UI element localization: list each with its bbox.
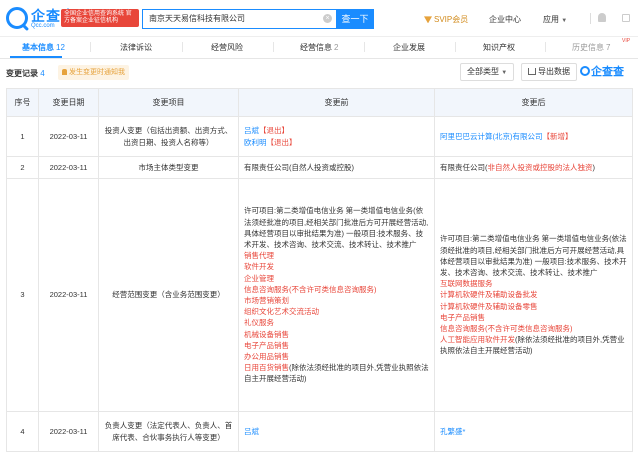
divider (364, 42, 365, 52)
section-title: 变更记录 4 (6, 69, 45, 78)
person-link[interactable]: 吕斌 (244, 126, 259, 135)
inbox-icon[interactable] (622, 14, 630, 22)
row-before: 吕斌【退出】 欧利明【退出】 (238, 116, 435, 157)
col-header-no: 序号 (6, 88, 39, 117)
divider (455, 42, 456, 52)
tab-history[interactable]: 历史信息 7 (572, 42, 610, 53)
row-item: 投资人变更（包括出资额、出资方式、出资日期、投资人名称等） (98, 116, 239, 157)
row-after: 许可项目:第二类增值电信业务 第一类增值电信业务(依法须经批准的项目,经相关部门… (434, 178, 633, 412)
divider (273, 42, 274, 52)
col-header-before: 变更前 (238, 88, 435, 117)
row-after: 有限责任公司(非自然人投资或控股的法人独资) (434, 156, 633, 179)
divider (590, 13, 591, 24)
svip-link[interactable]: SVIP会员 (424, 14, 468, 25)
type-filter-select[interactable]: 全部类型 ▼ (460, 63, 515, 81)
row-date: 2022-03-11 (38, 116, 99, 157)
table-row: 3 2022-03-11 经营范围变更（含业务范围变更） 许可项目:第二类增值电… (6, 178, 633, 412)
export-button[interactable]: 导出数据 (521, 63, 577, 81)
table-row: 1 2022-03-11 投资人变更（包括出资额、出资方式、出资日期、投资人名称… (6, 116, 633, 157)
table-row: 2 2022-03-11 市场主体类型变更 有限责任公司(自然人投资或控股) 有… (6, 156, 633, 179)
row-item: 市场主体类型变更 (98, 156, 239, 179)
qcc-watermark: 企查查 (580, 63, 624, 79)
apps-menu[interactable]: 应用 ▼ (543, 14, 567, 25)
top-bar: 企查查 Qcc.com 全国企业信用查询系统 官方备案企业征信机构 南京天天易信… (0, 0, 638, 37)
row-after: 阿里巴巴云计算(北京)有限公司【新增】 (434, 116, 633, 157)
bell-icon[interactable] (598, 13, 606, 22)
notify-toggle[interactable]: 发生变更时通知我 (58, 65, 129, 80)
active-tab-indicator (10, 56, 62, 58)
qcc-logo-icon[interactable] (6, 7, 28, 29)
divider (182, 42, 183, 52)
diamond-icon (424, 16, 432, 24)
tab-basic-info[interactable]: 基本信息 12 (22, 42, 65, 53)
vip-tag: VIP (622, 38, 631, 44)
tab-business-risk[interactable]: 经营风险 (211, 42, 243, 53)
col-header-after: 变更后 (434, 88, 633, 117)
brand-domain: Qcc.com (31, 23, 55, 29)
row-no: 3 (6, 178, 39, 412)
clear-icon[interactable]: × (323, 14, 332, 23)
row-item: 经营范围变更（含业务范围变更） (98, 178, 239, 412)
search-button[interactable]: 查一下 (336, 9, 374, 29)
qcc-logo-icon (580, 66, 590, 76)
divider (545, 42, 546, 52)
divider (90, 42, 91, 52)
tab-ip[interactable]: 知识产权 (483, 42, 515, 53)
tab-development[interactable]: 企业发展 (393, 42, 425, 53)
table-header-row: 序号 变更日期 变更项目 变更前 变更后 (6, 88, 633, 117)
row-before: 有限责任公司(自然人投资或控股) (238, 156, 435, 179)
tab-bar: 基本信息 12 法律诉讼 经营风险 经营信息 2 企业发展 知识产权 历史信息 7 (0, 36, 638, 59)
search-input[interactable]: 南京天天易信科技有限公司 (142, 9, 336, 29)
change-records-table: 序号 变更日期 变更项目 变更前 变更后 1 2022-03-11 投资人变更（… (6, 88, 633, 452)
row-no: 2 (6, 156, 39, 179)
export-icon (528, 68, 536, 75)
row-date: 2022-03-11 (38, 156, 99, 179)
col-header-item: 变更项目 (98, 88, 239, 117)
person-link[interactable]: 欧利明 (244, 138, 267, 147)
chevron-down-icon: ▼ (561, 18, 568, 24)
row-date: 2022-03-11 (38, 178, 99, 412)
tab-business-info[interactable]: 经营信息 2 (300, 42, 338, 53)
tab-litigation[interactable]: 法律诉讼 (120, 42, 152, 53)
person-link[interactable]: 吕斌 (244, 427, 259, 436)
company-link[interactable]: 阿里巴巴云计算(北京)有限公司 (440, 132, 543, 141)
chevron-down-icon: ▼ (501, 70, 508, 76)
row-before: 许可项目:第二类增值电信业务 第一类增值电信业务(依法须经批准的项目,经相关部门… (238, 178, 435, 412)
row-no: 1 (6, 116, 39, 157)
col-header-date: 变更日期 (38, 88, 99, 117)
person-link[interactable]: 孔繁盛* (440, 427, 465, 436)
enterprise-center-link[interactable]: 企业中心 (489, 14, 521, 25)
bell-icon (62, 69, 67, 75)
credit-badge: 全国企业信用查询系统 官方备案企业征信机构 (61, 9, 139, 27)
